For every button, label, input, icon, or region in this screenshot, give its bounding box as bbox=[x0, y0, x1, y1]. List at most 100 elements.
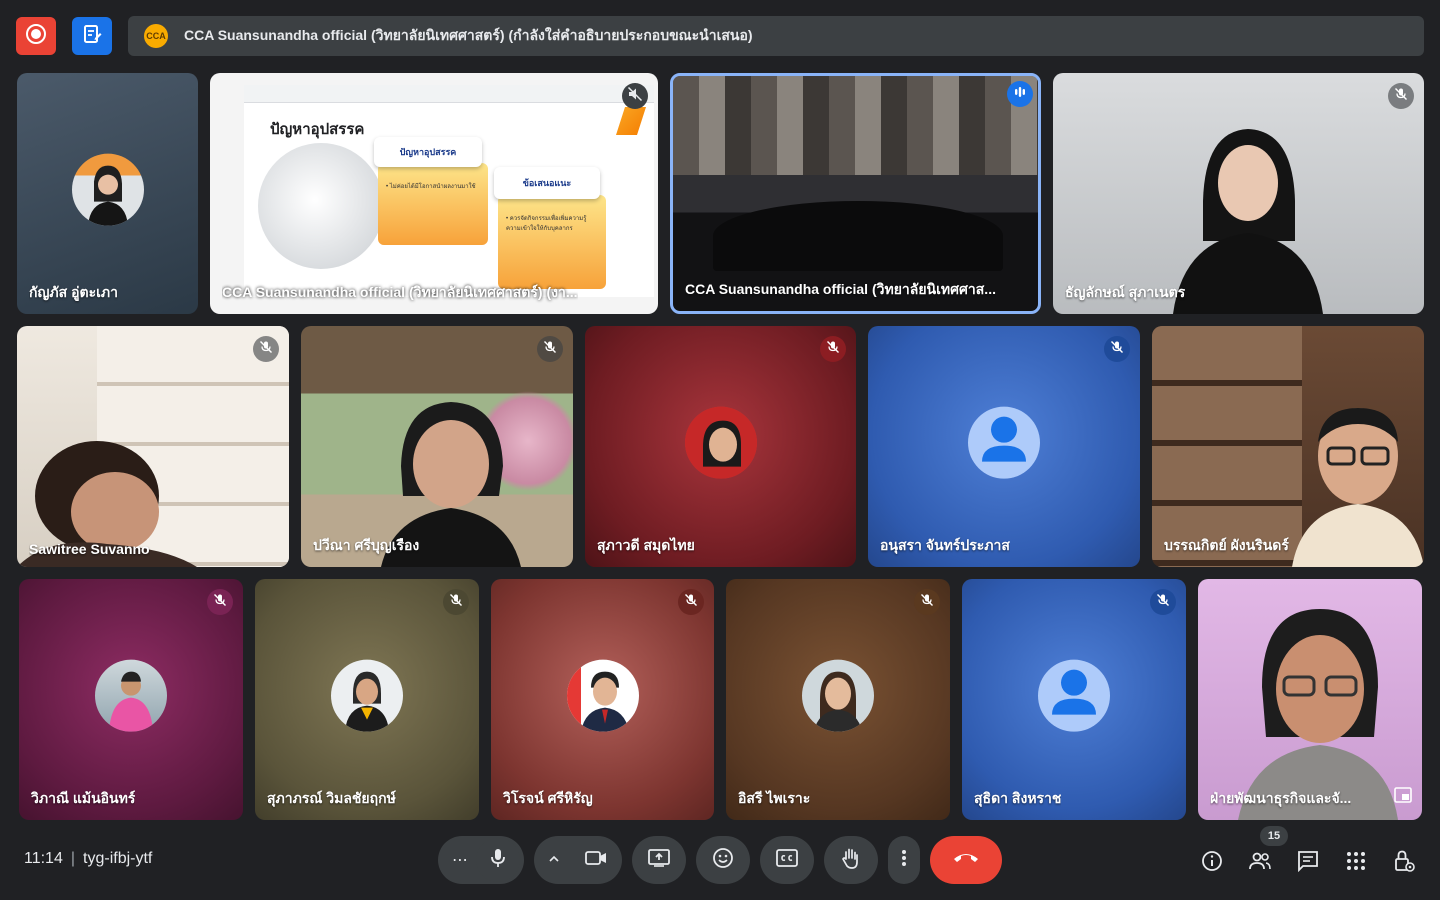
microphone-button[interactable] bbox=[476, 838, 520, 882]
participant-avatar bbox=[71, 153, 144, 226]
participant-tile-9[interactable]: บรรณกิตย์ ผังนรินดร์ bbox=[1152, 326, 1424, 567]
participant-name: Sawitree Suvanno bbox=[29, 541, 150, 557]
chevron-up-icon[interactable] bbox=[548, 851, 560, 869]
participant-name: อิสรี ไพเราะ bbox=[738, 790, 811, 806]
camera-icon bbox=[585, 850, 607, 871]
cabinet-background bbox=[1152, 326, 1302, 567]
mic-off-icon bbox=[449, 593, 463, 612]
participant-muted-indicator bbox=[443, 589, 469, 615]
recording-button[interactable] bbox=[16, 17, 56, 55]
participant-tile-15[interactable]: ฝ่ายพัฒนาธุรกิจและจั... bbox=[1198, 579, 1422, 820]
top-bar: CCA CCA Suansunandha official (วิทยาลัยน… bbox=[0, 0, 1440, 70]
meeting-info: 11:14 | tyg-ifbj-ytf bbox=[24, 850, 152, 868]
mic-off-icon bbox=[684, 593, 698, 612]
participant-tile-10[interactable]: วิภาณี แม้นอินทร์ bbox=[19, 579, 243, 820]
meeting-details-icon[interactable] bbox=[1199, 848, 1225, 874]
mic-off-icon bbox=[920, 593, 934, 612]
participant-tile-12[interactable]: วิโรจน์ ศรีหิรัญ bbox=[491, 579, 714, 820]
reactions-button[interactable] bbox=[696, 836, 750, 884]
participant-video-figure bbox=[1173, 101, 1323, 314]
meeting-code: tyg-ifbj-ytf bbox=[83, 850, 153, 867]
participant-tile-11[interactable]: สุภาภรณ์ วิมลชัยฤกษ์ bbox=[255, 579, 479, 820]
end-call-icon bbox=[953, 851, 979, 869]
participant-tile-3[interactable]: CCA Suansunandha official (วิทยาลัยนิเทศ… bbox=[670, 73, 1041, 314]
participant-tile-5[interactable]: Sawitree Suvanno bbox=[17, 326, 289, 567]
participant-muted-indicator bbox=[537, 336, 563, 362]
participant-name: ฝ่ายพัฒนาธุรกิจและจั... bbox=[1210, 790, 1352, 806]
participant-muted-indicator bbox=[1388, 83, 1414, 109]
chat-icon[interactable] bbox=[1295, 848, 1321, 874]
person-icon bbox=[1038, 659, 1110, 731]
participant-name: CCA Suansunandha official (วิทยาลัยนิเทศ… bbox=[222, 284, 578, 300]
participant-video-figure bbox=[1238, 597, 1398, 820]
slide-image bbox=[258, 143, 384, 269]
participant-muted-indicator bbox=[1150, 589, 1176, 615]
slide-card-2-body bbox=[498, 195, 606, 289]
conference-room-wall bbox=[673, 76, 1038, 175]
participant-tile-6[interactable]: ปวีณา ศรีบุญเรือง bbox=[301, 326, 573, 567]
hand-icon bbox=[841, 847, 861, 874]
presentation-title: CCA Suansunandha official (วิทยาลัยนิเทศ… bbox=[184, 27, 753, 43]
leave-call-button[interactable] bbox=[930, 836, 1002, 884]
participant-avatar bbox=[331, 659, 403, 732]
captions-button[interactable] bbox=[760, 836, 814, 884]
participant-tile-4[interactable]: ธัญลักษณ์ สุภาเนตร bbox=[1053, 73, 1424, 314]
participant-muted-indicator bbox=[678, 589, 704, 615]
mic-off-icon bbox=[1110, 340, 1124, 359]
audio-controls: ⋯ bbox=[438, 836, 524, 884]
people-icon[interactable] bbox=[1247, 848, 1273, 874]
participant-tile-7[interactable]: สุภาวดี สมุดไทย bbox=[585, 326, 856, 567]
participant-tile-8[interactable]: อนุสรา จันทร์ประภาส bbox=[868, 326, 1140, 567]
slide-card-1-text: • ไม่ค่อยได้มีโอกาสนำผลงานมาใช้ bbox=[386, 184, 476, 190]
bottom-bar: 11:14 | tyg-ifbj-ytf ⋯ bbox=[0, 826, 1440, 900]
activities-icon[interactable] bbox=[1343, 848, 1369, 874]
participant-speaking-indicator bbox=[1007, 81, 1033, 107]
participant-muted-indicator bbox=[207, 589, 233, 615]
camera-button[interactable] bbox=[574, 838, 618, 882]
host-controls-icon[interactable] bbox=[1391, 848, 1417, 874]
participant-tile-2[interactable]: ปัญหาอุปสรรค ปัญหาอุปสรรค • ไม่ค่อยได้มี… bbox=[210, 73, 658, 314]
shared-slide: ปัญหาอุปสรรค ปัญหาอุปสรรค • ไม่ค่อยได้มี… bbox=[244, 85, 654, 297]
participant-muted-indicator bbox=[253, 336, 279, 362]
audio-level-icon bbox=[1013, 85, 1027, 104]
participant-name: บรรณกิตย์ ผังนรินดร์ bbox=[1164, 537, 1289, 553]
presentation-banner[interactable]: CCA CCA Suansunandha official (วิทยาลัยน… bbox=[128, 16, 1424, 56]
participant-name: สุภาภรณ์ วิมลชัยฤกษ์ bbox=[267, 790, 396, 806]
participant-avatar bbox=[802, 659, 874, 732]
mic-off-icon bbox=[543, 340, 557, 359]
participant-muted-indicator bbox=[914, 589, 940, 615]
person-icon bbox=[968, 406, 1040, 478]
participant-video-figure bbox=[1292, 398, 1424, 567]
speaker-off-icon bbox=[627, 86, 643, 107]
more-vert-icon bbox=[901, 849, 907, 872]
present-screen-icon bbox=[648, 848, 670, 872]
participant-avatar bbox=[566, 659, 639, 732]
notes-button[interactable] bbox=[72, 17, 112, 55]
slide-title: ปัญหาอุปสรรค bbox=[270, 121, 365, 138]
video-controls bbox=[534, 836, 622, 884]
more-options-button[interactable] bbox=[888, 836, 920, 884]
participant-name: วิภาณี แม้นอินทร์ bbox=[31, 790, 136, 806]
participant-avatar bbox=[95, 659, 167, 732]
participant-tile-13[interactable]: อิสรี ไพเราะ bbox=[726, 579, 950, 820]
slide-card-1-body bbox=[378, 163, 488, 245]
participant-avatar bbox=[684, 406, 757, 479]
participant-name: CCA Suansunandha official (วิทยาลัยนิเทศ… bbox=[685, 281, 996, 297]
presenter-logo: CCA bbox=[144, 24, 168, 48]
participant-tile-14[interactable]: สุธิดา สิงหราช bbox=[962, 579, 1186, 820]
record-icon bbox=[25, 23, 47, 50]
participant-muted-indicator bbox=[622, 83, 648, 109]
participant-name: ปวีณา ศรีบุญเรือง bbox=[313, 537, 420, 553]
mic-off-icon bbox=[826, 340, 840, 359]
audio-options-icon[interactable]: ⋯ bbox=[452, 850, 468, 870]
participant-name: วิโรจน์ ศรีหิรัญ bbox=[503, 790, 593, 806]
participant-tile-1[interactable]: กัญภัส อู่ตะเภา bbox=[17, 73, 198, 314]
participant-count-badge: 15 bbox=[1260, 826, 1288, 846]
meeting-time: 11:14 bbox=[24, 850, 63, 867]
participant-avatar bbox=[968, 406, 1040, 479]
emoji-icon bbox=[712, 847, 734, 874]
present-screen-button[interactable] bbox=[632, 836, 686, 884]
pip-icon[interactable] bbox=[1394, 787, 1412, 808]
participant-name: สุธิดา สิงหราช bbox=[974, 790, 1062, 806]
raise-hand-button[interactable] bbox=[824, 836, 878, 884]
